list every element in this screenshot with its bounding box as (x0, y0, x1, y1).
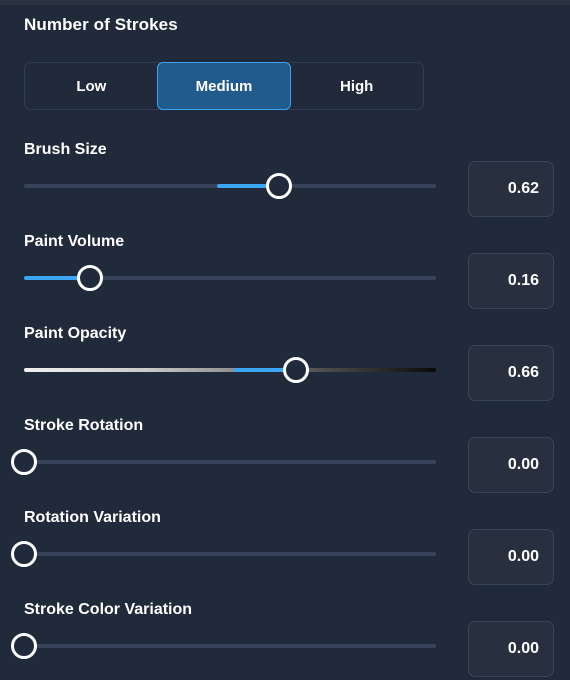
slider-thumb[interactable] (282, 357, 309, 383)
slider-label: Brush Size (24, 141, 107, 158)
slider-label: Paint Volume (24, 233, 125, 250)
slider-control[interactable] (11, 541, 436, 567)
slider-thumb[interactable] (11, 541, 37, 567)
slider-label: Rotation Variation (24, 509, 161, 526)
slider-thumb[interactable] (266, 173, 293, 199)
page-title: Number of Strokes (24, 15, 178, 34)
slider-value-field[interactable]: 0.00 (468, 621, 554, 677)
segment-option-low-label: Low (76, 77, 107, 95)
slider-control[interactable] (24, 173, 436, 199)
slider-value-field[interactable]: 0.00 (468, 437, 554, 493)
segment-option-high[interactable]: High (289, 62, 424, 110)
slider-label: Stroke Color Variation (24, 601, 193, 618)
segment-option-medium-label: Medium (195, 77, 253, 95)
slider-track[interactable] (24, 368, 436, 372)
slider-value-field[interactable]: 0.62 (468, 161, 554, 217)
slider-track[interactable] (24, 644, 436, 648)
segment-option-high-label: High (340, 77, 374, 95)
brush-settings-panel: Number of Strokes Low Medium High Brush … (0, 5, 570, 680)
slider-control[interactable] (24, 357, 436, 383)
slider-control[interactable] (11, 633, 436, 659)
slider-label: Paint Opacity (24, 325, 127, 342)
slider-value-field[interactable]: 0.66 (468, 345, 554, 401)
segment-option-low[interactable]: Low (24, 62, 159, 110)
slider-thumb[interactable] (11, 633, 37, 659)
stroke-count-segmented-control[interactable]: Low Medium High (24, 62, 424, 110)
slider-value-field[interactable]: 0.00 (468, 529, 554, 585)
slider-thumb[interactable] (76, 265, 103, 291)
slider-value-field[interactable]: 0.16 (468, 253, 554, 309)
slider-track[interactable] (24, 460, 436, 464)
segment-option-medium[interactable]: Medium (156, 62, 292, 110)
slider-track[interactable] (24, 552, 436, 556)
slider-label: Stroke Rotation (24, 417, 144, 434)
slider-control[interactable] (11, 449, 436, 475)
slider-control[interactable] (24, 265, 436, 291)
slider-thumb[interactable] (11, 449, 37, 475)
